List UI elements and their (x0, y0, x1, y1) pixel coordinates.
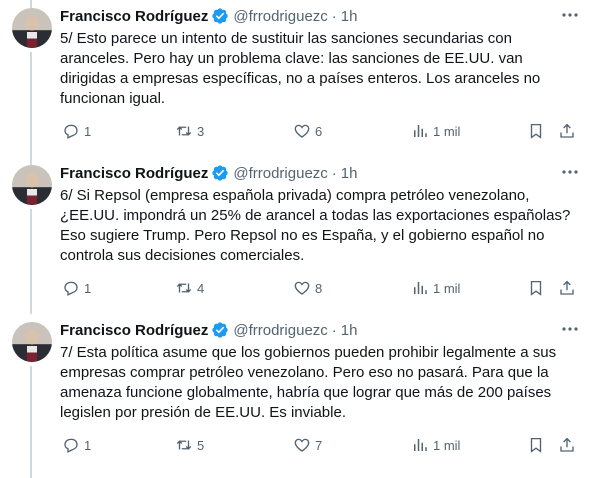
verified-badge-icon (212, 8, 229, 24)
like-button[interactable]: 6 (293, 121, 322, 141)
tweet-text: 5/ Esto parece un intento de sustituir l… (60, 30, 541, 107)
more-dots-icon[interactable] (560, 164, 580, 180)
reply-icon (64, 281, 78, 296)
retweet-icon (176, 283, 192, 293)
views-icon (414, 125, 427, 137)
tweet-actions: 1 4 8 1 mil (60, 278, 580, 298)
views-count: 1 mil (433, 123, 461, 139)
share-icon (560, 123, 574, 138)
tweet-7[interactable]: Francisco Rodríguez @frrodriguezc · 1h 7… (0, 157, 600, 478)
views-button[interactable]: 1 mil (411, 278, 460, 298)
avatar[interactable] (12, 165, 52, 205)
reply-icon (64, 124, 78, 139)
heart-icon (294, 124, 310, 138)
tweet-6[interactable]: Francisco Rodríguez @frrodriguezc · 1h 6… (0, 0, 600, 314)
timestamp[interactable]: 1h (341, 8, 358, 25)
verified-badge-icon (212, 322, 229, 338)
thread-line (30, 366, 32, 478)
tweet-text: 6/ Si Repsol (empresa española privada) … (60, 187, 571, 264)
thread-line (30, 209, 32, 314)
tweet-actions: 1 3 6 1 mil (60, 121, 580, 141)
views-button[interactable]: 1 mil (411, 121, 460, 141)
views-icon (414, 282, 427, 294)
share-icon (560, 437, 574, 452)
like-button[interactable]: 7 (293, 435, 322, 455)
views-count: 1 mil (433, 437, 461, 453)
author-name[interactable]: Francisco Rodríguez (60, 322, 208, 339)
retweet-count: 5 (197, 437, 205, 453)
reply-button[interactable]: 1 (62, 435, 91, 455)
bookmark-button[interactable] (527, 121, 545, 141)
bookmark-icon (530, 123, 542, 139)
reply-button[interactable]: 1 (62, 121, 91, 141)
share-button[interactable] (558, 121, 576, 141)
thread-line (30, 157, 32, 165)
avatar[interactable] (12, 8, 52, 48)
bookmark-icon (530, 437, 542, 453)
tweet-header: Francisco Rodríguez @frrodriguezc · 1h (60, 163, 580, 183)
heart-icon (294, 438, 310, 452)
tweet-thread: Francisco Rodríguez @frrodriguezc · 1h 5… (0, 0, 600, 478)
share-button[interactable] (558, 435, 576, 455)
tweet-actions: 1 5 7 1 mil (60, 435, 580, 455)
like-count: 7 (315, 437, 323, 453)
retweet-count: 4 (197, 280, 205, 296)
reply-count: 1 (84, 437, 92, 453)
separator-dot: · (331, 164, 337, 182)
like-button[interactable]: 8 (293, 278, 322, 298)
bookmark-button[interactable] (527, 278, 545, 298)
thread-line (30, 0, 32, 8)
more-dots-icon[interactable] (560, 321, 580, 337)
views-count: 1 mil (433, 280, 461, 296)
separator-dot: · (331, 7, 337, 25)
author-handle[interactable]: @frrodriguezc (233, 322, 327, 339)
like-count: 8 (315, 280, 323, 296)
reply-count: 1 (84, 280, 92, 296)
thread-line (30, 52, 32, 157)
views-button[interactable]: 1 mil (411, 435, 460, 455)
retweet-icon (176, 126, 192, 136)
timestamp[interactable]: 1h (341, 322, 358, 339)
tweet-text: 7/ Esta política asume que los gobiernos… (60, 344, 557, 421)
reply-button[interactable]: 1 (62, 278, 91, 298)
retweet-count: 3 (197, 123, 205, 139)
verified-badge-icon (212, 165, 229, 181)
share-icon (560, 280, 574, 295)
share-button[interactable] (558, 278, 576, 298)
like-count: 6 (315, 123, 323, 139)
avatar[interactable] (12, 322, 52, 362)
author-handle[interactable]: @frrodriguezc (233, 8, 327, 25)
reply-icon (64, 438, 78, 453)
retweet-button[interactable]: 3 (175, 121, 204, 141)
reply-count: 1 (84, 123, 92, 139)
tweet-5[interactable]: Francisco Rodríguez @frrodriguezc · 1h 5… (0, 0, 600, 157)
tweet-header: Francisco Rodríguez @frrodriguezc · 1h (60, 6, 580, 26)
timestamp[interactable]: 1h (341, 165, 358, 182)
heart-icon (294, 281, 310, 295)
author-handle[interactable]: @frrodriguezc (233, 165, 327, 182)
author-name[interactable]: Francisco Rodríguez (60, 165, 208, 182)
separator-dot: · (331, 321, 337, 339)
bookmark-button[interactable] (527, 435, 545, 455)
tweet-header: Francisco Rodríguez @frrodriguezc · 1h (60, 320, 580, 340)
bookmark-icon (530, 280, 542, 296)
author-name[interactable]: Francisco Rodríguez (60, 8, 208, 25)
retweet-icon (176, 440, 192, 450)
retweet-button[interactable]: 5 (175, 435, 204, 455)
more-dots-icon[interactable] (560, 7, 580, 23)
views-icon (414, 439, 427, 451)
retweet-button[interactable]: 4 (175, 278, 204, 298)
